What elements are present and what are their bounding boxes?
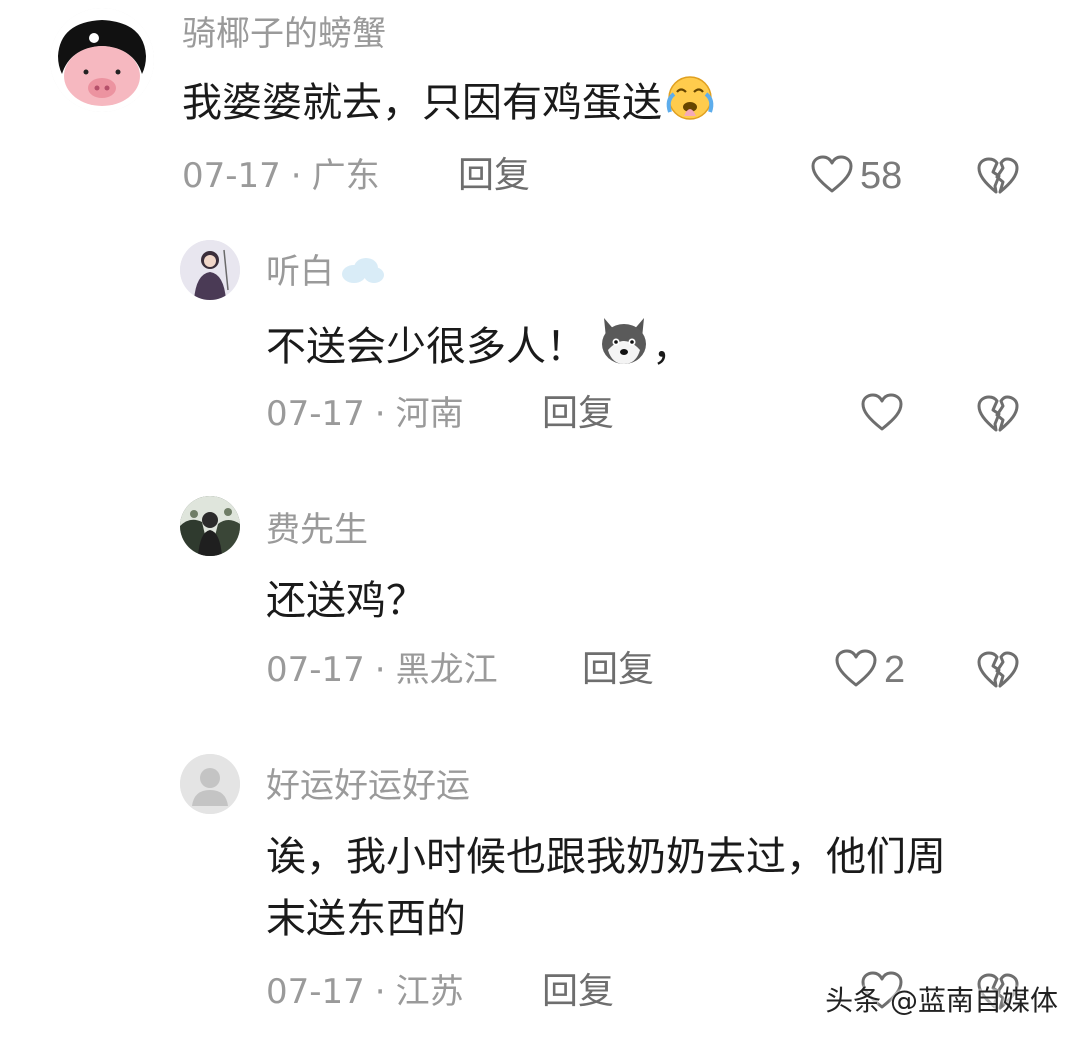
husky-dog-emoji-icon — [596, 312, 652, 386]
avatar[interactable] — [180, 240, 240, 300]
username[interactable]: 好运好运好运 — [266, 766, 470, 806]
heart-outline-icon — [834, 648, 878, 692]
comment-text-suffix: ， — [652, 324, 692, 370]
reply-button[interactable]: 回复 — [458, 156, 530, 196]
reply-button[interactable]: 回复 — [542, 394, 614, 434]
reply-button[interactable]: 回复 — [542, 972, 614, 1012]
comment-location: 广东 — [311, 156, 380, 196]
comment-location: 黑龙江 — [395, 650, 498, 690]
comment-meta: 07-17 · 黑龙江 — [266, 650, 498, 690]
like-button[interactable]: 58 — [810, 154, 903, 198]
like-button[interactable]: 2 — [834, 648, 906, 692]
crying-face-emoji-icon — [662, 72, 718, 138]
watermark: 头条 @蓝南自媒体 — [825, 984, 1058, 1017]
comment-location: 江苏 — [395, 972, 464, 1012]
reply-button[interactable]: 回复 — [582, 650, 654, 690]
broken-heart-icon — [976, 157, 1020, 200]
heart-outline-icon — [860, 392, 904, 436]
username-text: 听白 — [266, 252, 334, 292]
comment-text-body: 不送会少很多人！ — [266, 324, 586, 370]
avatar[interactable] — [180, 496, 240, 556]
broken-heart-icon — [976, 651, 1020, 694]
comment-text: 还送鸡？ — [266, 578, 426, 624]
comment-text-body: 我婆婆就去，只因有鸡蛋送 — [182, 80, 662, 126]
comment-date: 07-17 — [266, 972, 365, 1012]
comment-meta: 07-17 · 江苏 — [266, 972, 464, 1012]
avatar[interactable] — [180, 754, 240, 814]
dislike-button[interactable] — [976, 650, 1020, 690]
dislike-button[interactable] — [976, 156, 1020, 196]
like-button[interactable] — [860, 392, 910, 436]
comment-meta: 07-17 · 广东 — [182, 156, 380, 196]
comment-text-line: 末送东西的 — [266, 896, 466, 942]
comment-date: 07-17 — [266, 394, 365, 434]
username[interactable]: 听白 — [266, 252, 386, 294]
comment-text: 诶，我小时候也跟我奶奶去过，他们周 末送东西的 — [266, 826, 946, 950]
comment-text-line: 诶，我小时候也跟我奶奶去过，他们周 — [266, 834, 946, 880]
avatar[interactable] — [50, 8, 154, 112]
like-count: 58 — [860, 155, 903, 197]
comment-text: 不送会少很多人！ ， — [266, 312, 692, 386]
comment-date: 07-17 — [182, 156, 281, 196]
cloud-icon — [338, 254, 386, 294]
comment-date: 07-17 — [266, 650, 365, 690]
comment-text: 我婆婆就去，只因有鸡蛋送 — [182, 72, 718, 138]
username[interactable]: 骑椰子的螃蟹 — [182, 14, 386, 54]
meta-separator: · — [290, 156, 302, 196]
comment-location: 河南 — [395, 394, 464, 434]
broken-heart-icon — [976, 395, 1020, 438]
meta-separator: · — [374, 972, 386, 1012]
username[interactable]: 费先生 — [266, 510, 368, 550]
like-count: 2 — [884, 649, 906, 691]
comment-meta: 07-17 · 河南 — [266, 394, 464, 434]
meta-separator: · — [374, 650, 386, 690]
heart-outline-icon — [810, 154, 854, 198]
dislike-button[interactable] — [976, 394, 1020, 434]
meta-separator: · — [374, 394, 386, 434]
